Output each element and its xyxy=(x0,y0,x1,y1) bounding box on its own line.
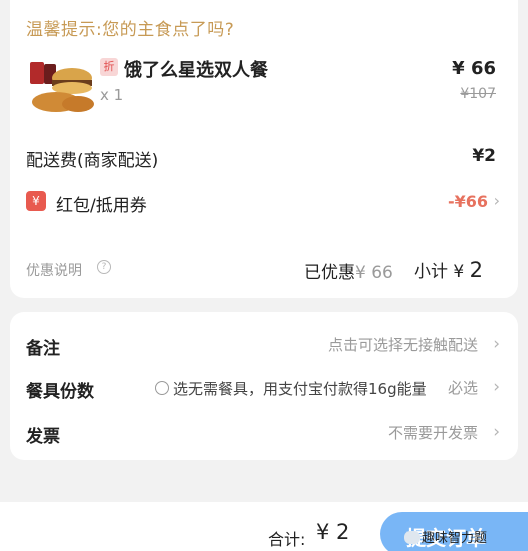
leaf-icon xyxy=(155,381,169,395)
watermark: 趣味智力题 xyxy=(404,527,487,546)
total-value: ¥ 2 xyxy=(316,520,350,544)
wechat-icon xyxy=(404,531,420,544)
item-quantity: x 1 xyxy=(100,86,124,104)
chevron-right-icon[interactable]: › xyxy=(493,422,500,442)
subtotal-label: 小计 ¥ xyxy=(414,262,465,282)
cutlery-note-text: 选无需餐具，用支付宝付款得16g能量 xyxy=(173,380,427,398)
invoice-value[interactable]: 不需要开发票 xyxy=(388,422,478,443)
discount-explain-link[interactable]: 优惠说明 xyxy=(26,260,82,280)
subtotal: 小计 ¥ 2 xyxy=(414,257,483,282)
saved-amount: 已优惠¥ 66 xyxy=(304,258,393,283)
chevron-right-icon[interactable]: › xyxy=(494,191,500,210)
item-price: ¥ 66 xyxy=(452,58,496,79)
remark-value[interactable]: 点击可选择无接触配送 xyxy=(328,334,478,355)
chevron-right-icon[interactable]: › xyxy=(493,334,500,354)
remark-label[interactable]: 备注 xyxy=(26,334,60,359)
item-name: 饿了么星选双人餐 xyxy=(124,60,268,81)
saved-label: 已优惠 xyxy=(304,263,355,283)
delivery-fee-value: ¥2 xyxy=(472,146,496,166)
cutlery-label[interactable]: 餐具份数 xyxy=(26,377,94,402)
hongbao-value[interactable]: -¥66 xyxy=(448,192,488,211)
discount-badge: 折 xyxy=(100,58,118,76)
total-label: 合计: xyxy=(268,530,306,549)
cutlery-value[interactable]: 必选 xyxy=(448,377,478,398)
saved-value: ¥ 66 xyxy=(355,263,393,283)
staple-tip: 温馨提示:您的主食点了吗? xyxy=(26,20,235,40)
invoice-label[interactable]: 发票 xyxy=(26,422,60,447)
watermark-text: 趣味智力题 xyxy=(422,531,488,546)
cutlery-note: 选无需餐具，用支付宝付款得16g能量 xyxy=(155,378,427,399)
hongbao-label[interactable]: 红包/抵用券 xyxy=(56,191,147,216)
hongbao-icon: ¥ xyxy=(26,191,46,211)
subtotal-value: 2 xyxy=(469,258,484,282)
food-image xyxy=(30,62,94,112)
question-icon[interactable]: ? xyxy=(97,260,111,274)
delivery-fee-label: 配送费(商家配送) xyxy=(26,151,159,171)
chevron-right-icon[interactable]: › xyxy=(493,377,500,397)
item-original-price: ¥107 xyxy=(460,86,496,102)
